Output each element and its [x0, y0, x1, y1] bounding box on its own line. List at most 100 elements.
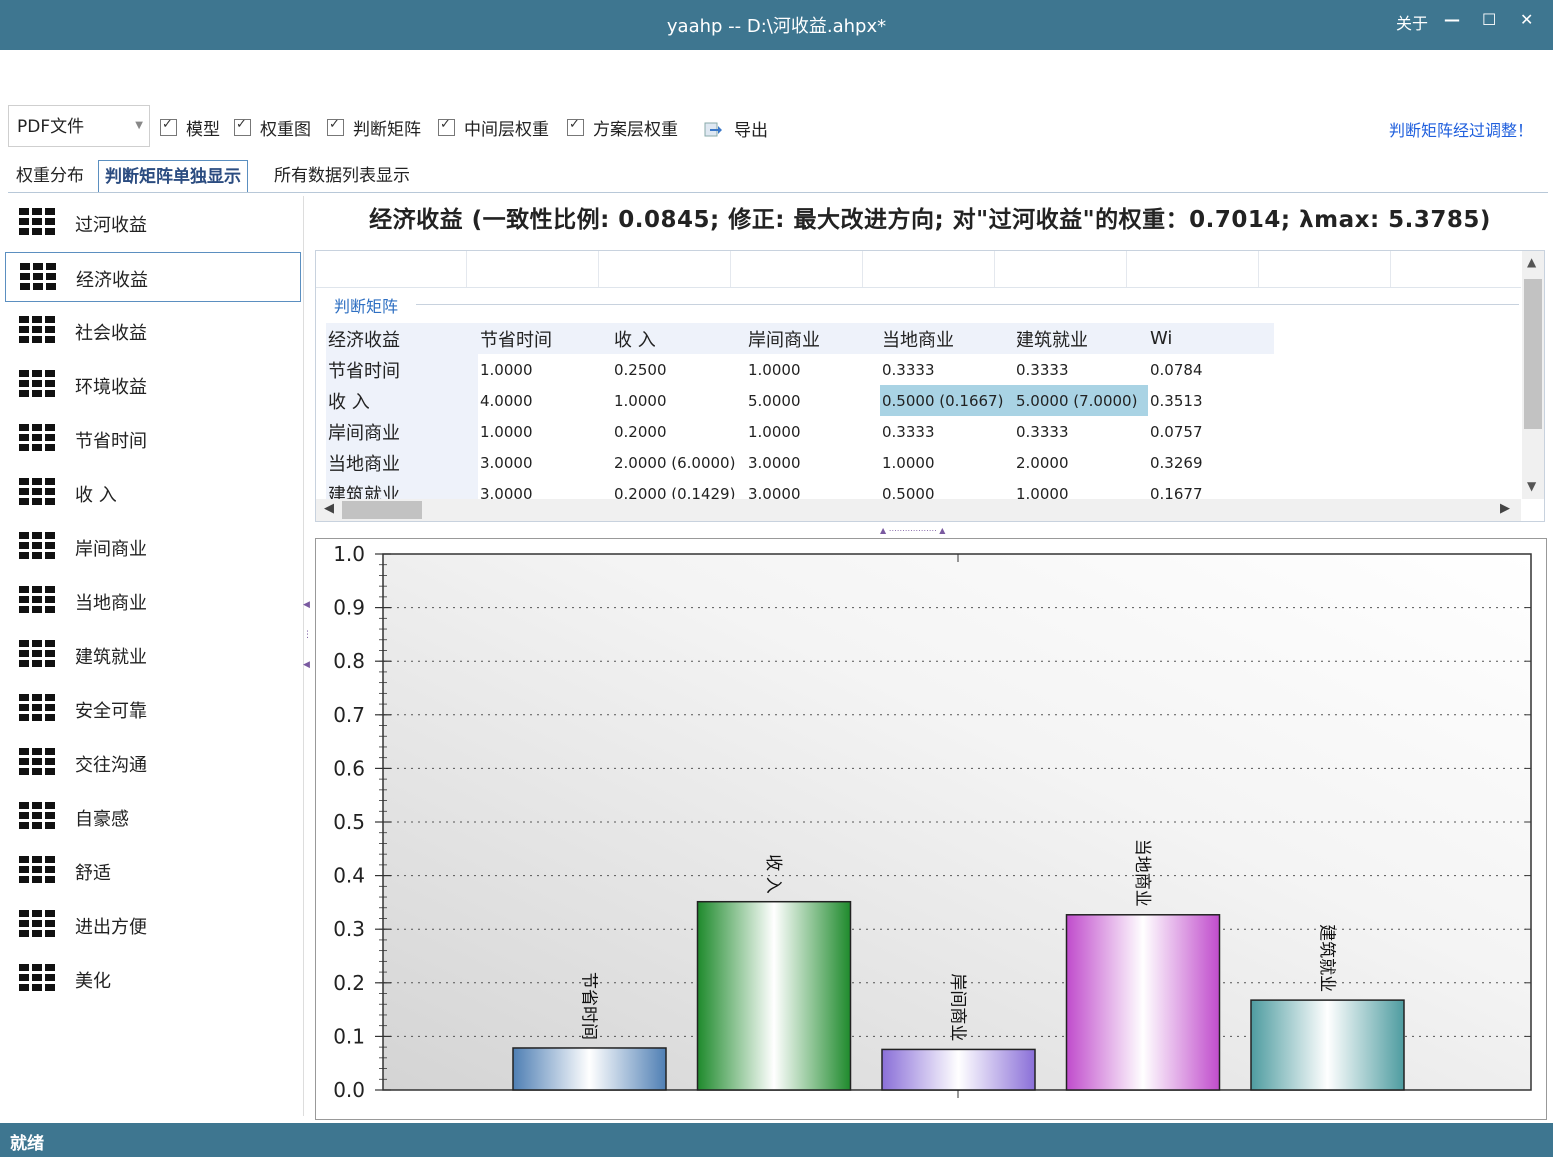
scroll-up-icon[interactable]: ▲ [1527, 255, 1536, 269]
maximize-button[interactable]: ☐ [1482, 10, 1496, 29]
sidebar-item[interactable]: 过河收益 [5, 198, 301, 248]
column-header-strip [316, 251, 1521, 288]
bar-label: 建筑就业 [1317, 924, 1337, 992]
table-row: 收 入 4.0000 1.0000 5.0000 0.5000 (0.1667) 5.00… [326, 385, 1274, 416]
scroll-thumb[interactable] [1524, 279, 1542, 429]
checkbox-label: 模型 [186, 119, 220, 140]
weight-chart: 0.0 0.1 0.2 0.3 0.4 0.5 0.6 0.7 0.8 0.9 1.0 节省时间 收 入… [315, 538, 1547, 1120]
matrix-cell[interactable]: 2.0000 [1014, 447, 1148, 478]
checkbox-model[interactable]: 模型 [160, 116, 220, 140]
sidebar-item[interactable]: 当地商业 [5, 576, 301, 626]
matrix-cell[interactable]: 0.2000 [612, 416, 746, 447]
checkbox-middle-layer-weight[interactable]: 中间层权重 [438, 116, 549, 140]
export-icon [704, 122, 722, 136]
matrix-cell[interactable]: 1.0000 [612, 385, 746, 416]
bar [512, 1047, 667, 1091]
tab-weight-distribution[interactable]: 权重分布 [10, 160, 90, 192]
sidebar-item[interactable]: 舒适 [5, 846, 301, 896]
sidebar-item[interactable]: 环境收益 [5, 360, 301, 410]
grid-icon [19, 370, 57, 398]
sidebar-item[interactable]: 自豪感 [5, 792, 301, 842]
matrix-header-row: 经济收益 节省时间收 入岸间商业 当地商业 建筑就业 Wi [326, 323, 1274, 354]
checkbox-icon [567, 117, 584, 136]
checkbox-judgment-matrix[interactable]: 判断矩阵 [327, 116, 421, 140]
matrix-heading: 经济收益 (一致性比例: 0.0845; 修正: 最大改进方向; 对"过河收益"… [369, 207, 1491, 233]
export-label: 导出 [734, 121, 768, 141]
sidebar-item[interactable]: 社会收益 [5, 306, 301, 356]
sidebar-item[interactable]: 交往沟通 [5, 738, 301, 788]
sidebar-item[interactable]: 进出方便 [5, 900, 301, 950]
checkbox-label: 权重图 [260, 119, 311, 140]
matrix-cell[interactable]: 0.3513 [1148, 385, 1274, 416]
matrix-cell[interactable]: 0.0784 [1148, 354, 1274, 385]
grid-icon [19, 910, 57, 938]
y-tick-label: 0.0 [333, 1078, 365, 1102]
close-button[interactable]: ✕ [1520, 10, 1533, 29]
matrix-column-header: Wi [1148, 323, 1274, 354]
checkbox-label: 判断矩阵 [353, 119, 421, 140]
grid-icon [19, 640, 57, 668]
matrix-cell[interactable]: 1.0000 [478, 354, 612, 385]
matrix-cell[interactable]: 1.0000 [746, 416, 880, 447]
about-button[interactable]: 关于 [1396, 10, 1428, 34]
matrix-cell[interactable]: 0.5000 (0.1667) [880, 385, 1014, 416]
checkbox-alternative-weight[interactable]: 方案层权重 [567, 116, 678, 140]
status-bar: 就绪 [0, 1123, 1553, 1157]
matrix-adjusted-notice[interactable]: 判断矩阵经过调整！ [1389, 117, 1533, 141]
matrix-row-header: 收 入 [326, 385, 478, 416]
export-button[interactable]: 导出 [704, 116, 768, 141]
sidebar-item-label: 当地商业 [75, 593, 147, 614]
scroll-right-icon[interactable]: ▶ [1500, 501, 1510, 516]
matrix-cell[interactable]: 5.0000 (7.0000) [1014, 385, 1148, 416]
matrix-cell[interactable]: 3.0000 [746, 447, 880, 478]
scroll-down-icon[interactable]: ▼ [1527, 479, 1536, 493]
sidebar-item[interactable]: 安全可靠 [5, 684, 301, 734]
matrix-row-header: 岸间商业 [326, 416, 478, 447]
tab-matrix-single[interactable]: 判断矩阵单独显示 [98, 160, 248, 192]
sidebar-item-label: 进出方便 [75, 917, 147, 938]
matrix-cell[interactable]: 1.0000 [746, 354, 880, 385]
sidebar-item[interactable]: 节省时间 [5, 414, 301, 464]
matrix-cell[interactable]: 4.0000 [478, 385, 612, 416]
sidebar-item[interactable]: 美化 [5, 954, 301, 1004]
vertical-scrollbar[interactable]: ▲ ▼ [1522, 251, 1544, 499]
minimize-button[interactable]: — [1444, 10, 1460, 29]
checkbox-icon [438, 117, 455, 136]
grid-icon [20, 263, 58, 291]
sidebar-splitter[interactable]: ◀ ⋮ ◀ [303, 600, 312, 710]
grid-icon [19, 532, 57, 560]
y-tick-label: 1.0 [333, 542, 365, 566]
matrix-cell[interactable]: 0.3333 [880, 416, 1014, 447]
panel-splitter[interactable]: ▲ ⋯⋯⋯⋯⋯⋯ ▲ [880, 526, 980, 536]
scroll-thumb[interactable] [342, 501, 422, 519]
y-tick-label: 0.8 [333, 649, 365, 673]
sidebar-item[interactable]: 建筑就业 [5, 630, 301, 680]
y-tick-label: 0.4 [333, 864, 365, 888]
matrix-cell[interactable]: 0.0757 [1148, 416, 1274, 447]
checkbox-weight-chart[interactable]: 权重图 [234, 116, 311, 140]
horizontal-scrollbar[interactable]: ◀ ▶ [316, 499, 1521, 521]
sidebar-item[interactable]: 经济收益 [5, 252, 301, 302]
scroll-left-icon[interactable]: ◀ [324, 501, 334, 516]
matrix-cell[interactable]: 0.3333 [1014, 416, 1148, 447]
matrix-cell[interactable]: 0.3269 [1148, 447, 1274, 478]
matrix-cell[interactable]: 1.0000 [478, 416, 612, 447]
matrix-cell[interactable]: 0.2500 [612, 354, 746, 385]
sidebar-item[interactable]: 岸间商业 [5, 522, 301, 572]
export-format-select[interactable]: PDF文件 ▼ [8, 105, 150, 147]
matrix-cell[interactable]: 5.0000 [746, 385, 880, 416]
sidebar-item[interactable]: 收 入 [5, 468, 301, 518]
tab-all-data-list[interactable]: 所有数据列表显示 [268, 160, 416, 192]
matrix-cell[interactable]: 1.0000 [880, 447, 1014, 478]
sidebar-item-label: 经济收益 [76, 270, 148, 291]
matrix-row-header: 节省时间 [326, 354, 478, 385]
y-tick-label: 0.2 [333, 971, 365, 995]
matrix-cell[interactable]: 2.0000 (6.0000) [612, 447, 746, 478]
matrix-cell[interactable]: 3.0000 [478, 447, 612, 478]
matrix-cell[interactable]: 0.3333 [1014, 354, 1148, 385]
matrix-cell[interactable]: 0.3333 [880, 354, 1014, 385]
sidebar-item-label: 交往沟通 [75, 755, 147, 776]
matrix-panel: 判断矩阵 经济收益 节省时间收 入岸间商业 当地商业 建筑就业 Wi 节省时间 1.0000… [315, 250, 1545, 522]
judgment-matrix-table: 经济收益 节省时间收 入岸间商业 当地商业 建筑就业 Wi 节省时间 1.0000 0.250… [326, 323, 1274, 509]
grid-icon [19, 316, 57, 344]
